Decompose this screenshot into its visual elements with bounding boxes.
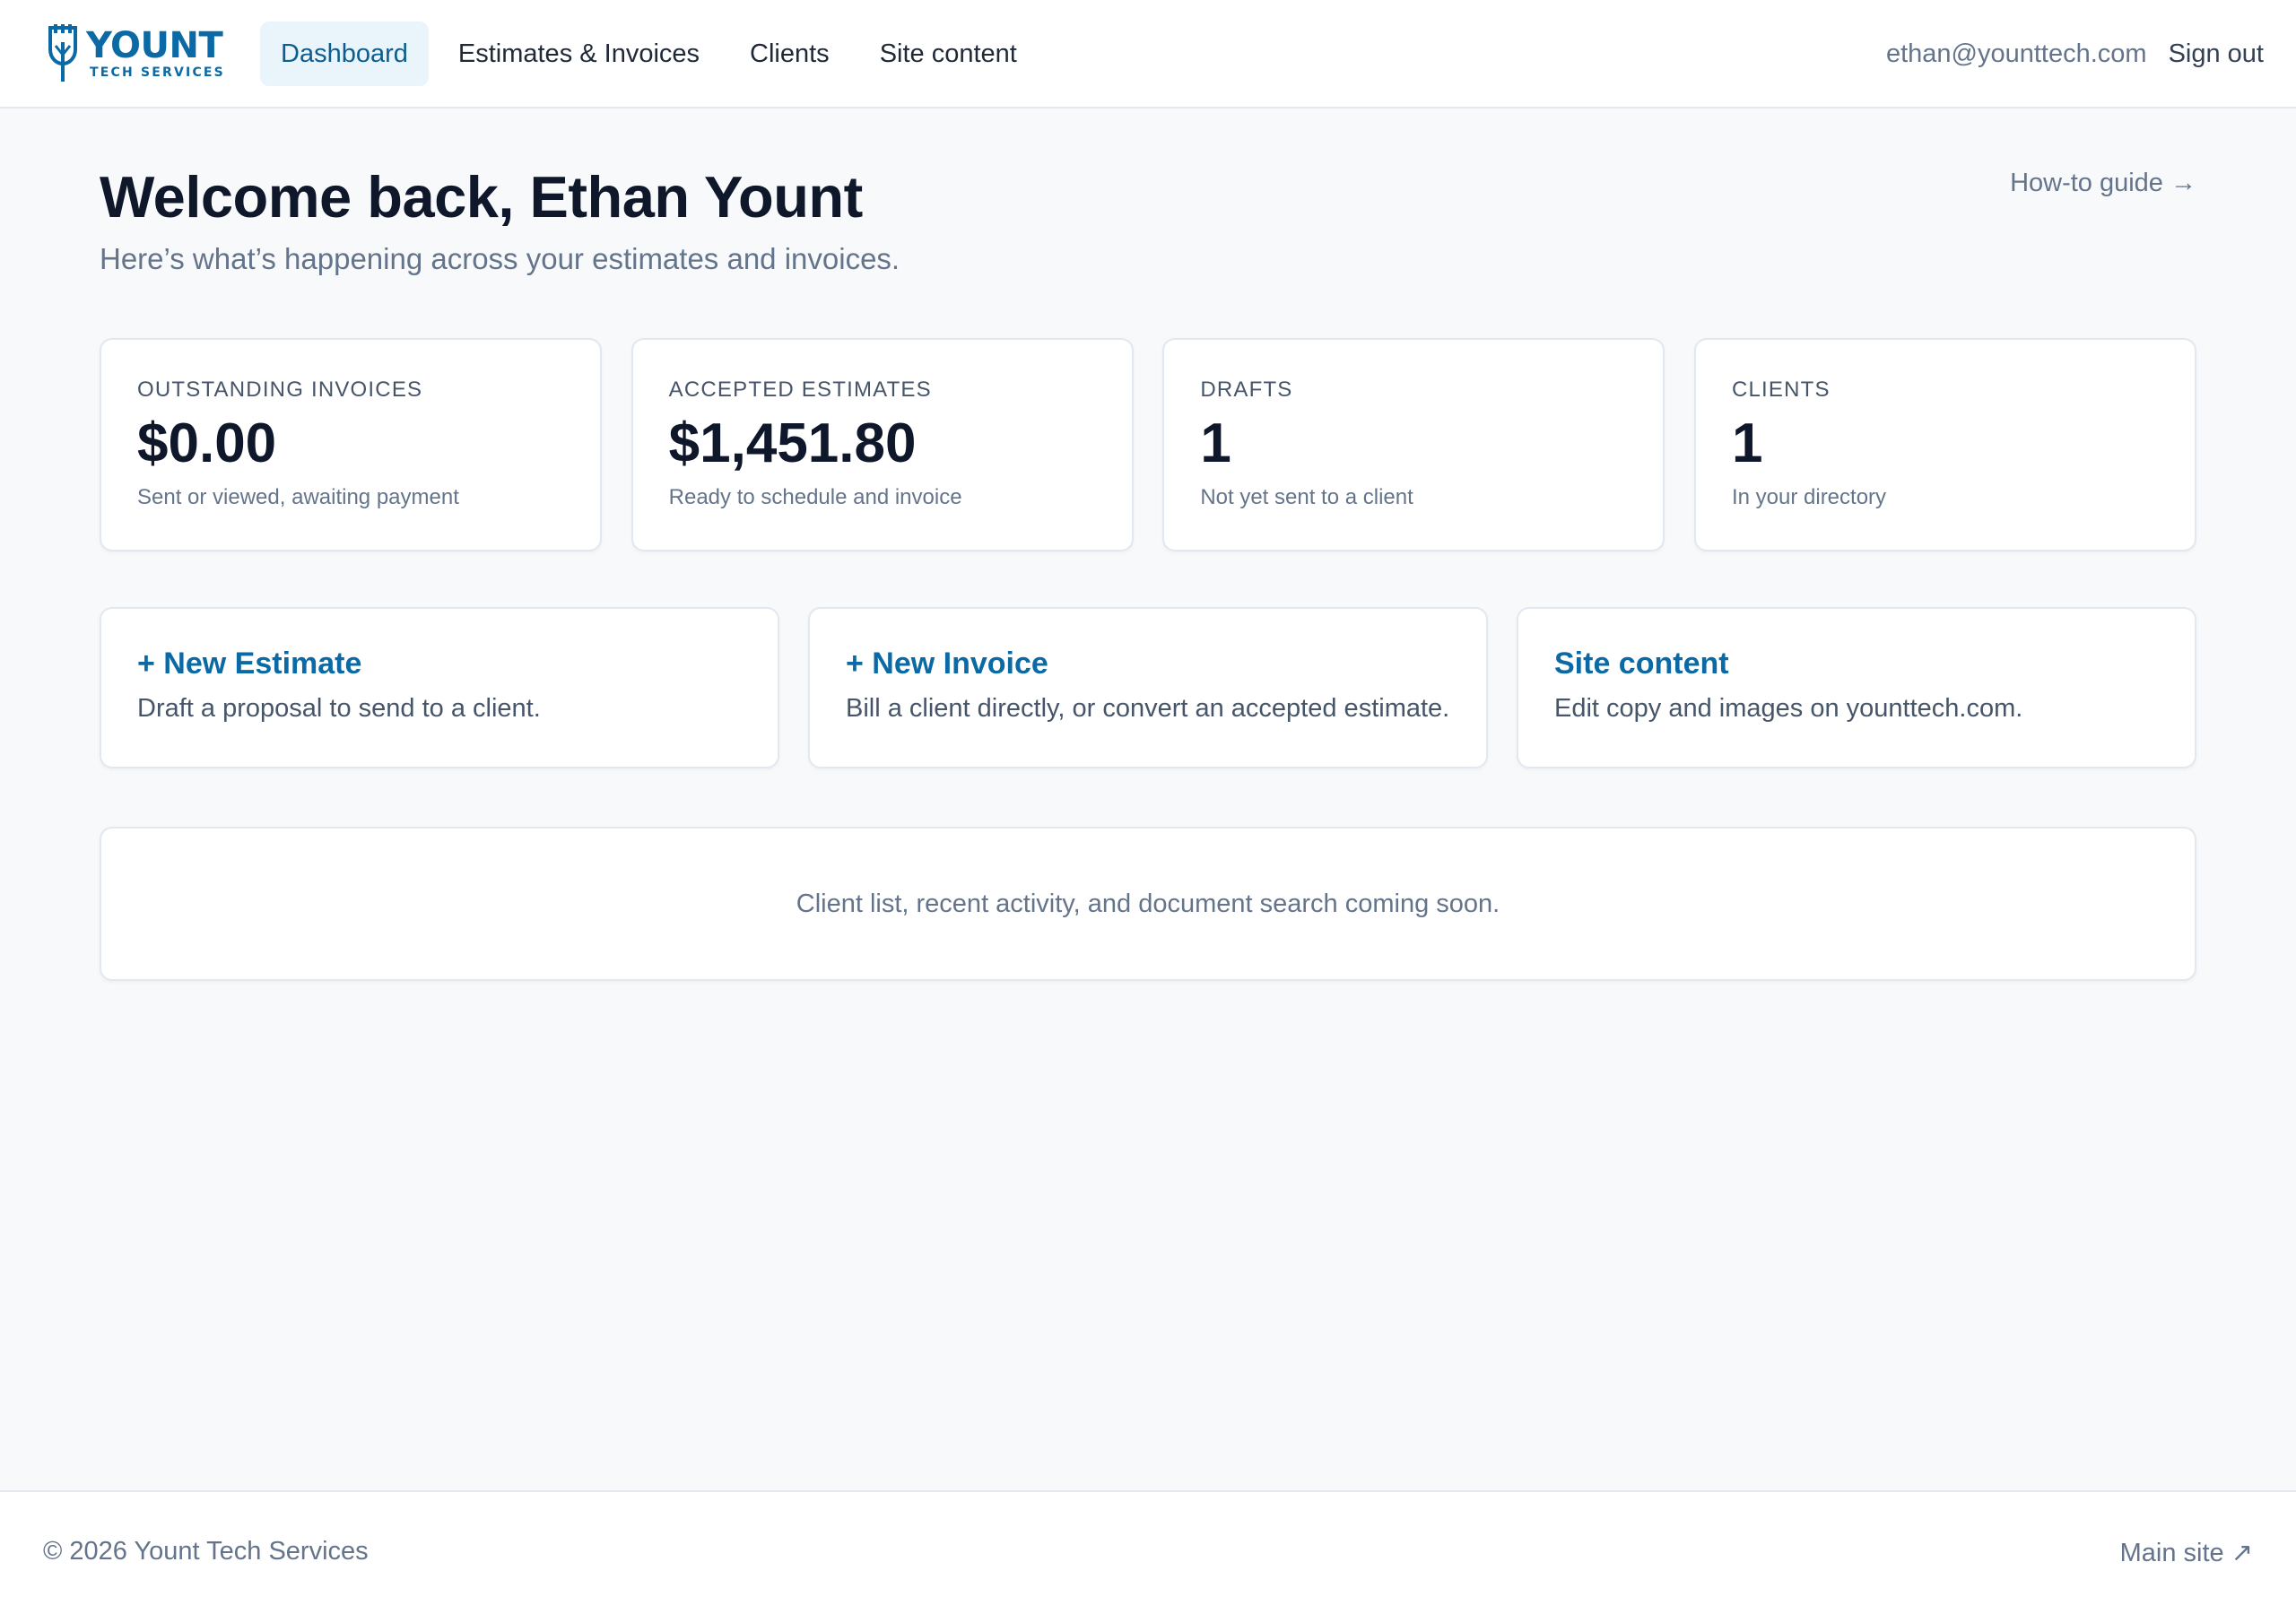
main-nav: Dashboard Estimates & Invoices Clients S…	[260, 22, 1047, 86]
coming-soon-text: Client list, recent activity, and docume…	[796, 889, 1500, 918]
quick-actions-row: + New Estimate Draft a proposal to send …	[100, 607, 2196, 768]
nav-item-site-content[interactable]: Site content	[859, 22, 1038, 86]
how-to-guide-link[interactable]: How-to guide →	[2010, 169, 2196, 198]
stat-label: CLIENTS	[1731, 377, 1831, 402]
top-header: YOUNT TECH SERVICES Dashboard Estimates …	[0, 0, 2296, 108]
sign-out-link[interactable]: Sign out	[2169, 39, 2264, 69]
stat-value: 1	[1200, 412, 1231, 474]
stat-note: In your directory	[1731, 485, 1887, 510]
stat-label: DRAFTS	[1200, 377, 1293, 402]
action-title[interactable]: + New Estimate	[137, 646, 742, 681]
new-invoice-card[interactable]: + New Invoice Bill a client directly, or…	[808, 607, 1488, 768]
copyright-text: © 2026 Yount Tech Services	[43, 1537, 369, 1566]
stat-card-accepted-estimates: ACCEPTED ESTIMATES $1,451.80 Ready to sc…	[631, 338, 1134, 551]
stat-card-outstanding-invoices: OUTSTANDING INVOICES $0.00 Sent or viewe…	[100, 338, 602, 551]
page-title: Welcome back, Ethan Yount	[100, 164, 863, 230]
stat-card-drafts: DRAFTS 1 Not yet sent to a client	[1162, 338, 1665, 551]
footer: © 2026 Yount Tech Services Main site ↗	[0, 1490, 2296, 1614]
stat-value: $1,451.80	[668, 412, 917, 474]
stat-label: ACCEPTED ESTIMATES	[668, 377, 932, 402]
action-description: Bill a client directly, or convert an ac…	[846, 694, 1450, 723]
stat-note: Not yet sent to a client	[1200, 485, 1413, 510]
page-subtitle: Here’s what’s happening across your esti…	[100, 242, 900, 275]
coming-soon-panel: Client list, recent activity, and docume…	[100, 827, 2196, 981]
new-estimate-card[interactable]: + New Estimate Draft a proposal to send …	[100, 607, 779, 768]
brand-logo[interactable]: YOUNT TECH SERVICES	[45, 22, 225, 84]
main-site-link[interactable]: Main site ↗	[2120, 1537, 2253, 1568]
action-description: Draft a proposal to send to a client.	[137, 694, 541, 723]
user-email: ethan@younttech.com	[1885, 39, 2147, 68]
nav-item-dashboard[interactable]: Dashboard	[260, 22, 429, 86]
stat-note: Sent or viewed, awaiting payment	[137, 485, 459, 510]
stat-value: $0.00	[137, 412, 277, 474]
action-title[interactable]: Site content	[1554, 646, 2159, 681]
user-area: ethan@younttech.com Sign out	[1886, 22, 2264, 86]
site-content-card[interactable]: Site content Edit copy and images on you…	[1517, 607, 2196, 768]
nav-item-clients[interactable]: Clients	[729, 22, 850, 86]
action-description: Edit copy and images on younttech.com.	[1554, 694, 2023, 723]
brand-tagline: TECH SERVICES	[90, 65, 225, 80]
stat-note: Ready to schedule and invoice	[668, 485, 962, 510]
brand-name: YOUNT	[86, 24, 223, 66]
action-title[interactable]: + New Invoice	[846, 646, 1450, 681]
stat-label: OUTSTANDING INVOICES	[137, 377, 423, 402]
stats-row: OUTSTANDING INVOICES $0.00 Sent or viewe…	[100, 338, 2196, 551]
stat-value: 1	[1731, 412, 1763, 474]
plug-logo-icon	[48, 24, 77, 82]
stat-card-clients: CLIENTS 1 In your directory	[1693, 338, 2196, 551]
nav-item-estimates-invoices[interactable]: Estimates & Invoices	[438, 22, 720, 86]
